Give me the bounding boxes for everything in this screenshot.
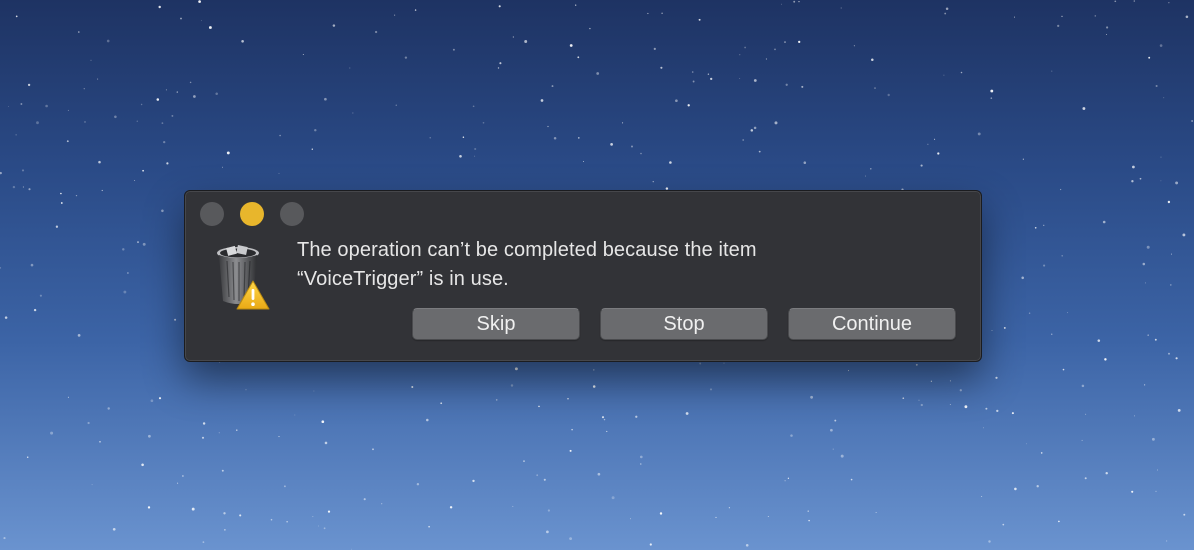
- alert-message: The operation can’t be completed because…: [297, 236, 897, 294]
- continue-button[interactable]: Continue: [788, 308, 956, 340]
- window-zoom-button[interactable]: [280, 202, 304, 226]
- alert-message-line-1: The operation can’t be completed because…: [297, 239, 757, 261]
- window-close-button[interactable]: [200, 202, 224, 226]
- alert-message-line-2: “VoiceTrigger” is in use.: [297, 268, 509, 290]
- alert-dialog: The operation can’t be completed because…: [184, 190, 982, 362]
- stop-button[interactable]: Stop: [600, 308, 768, 340]
- window-minimize-button[interactable]: [240, 202, 264, 226]
- trash-warning-icon: [213, 243, 275, 313]
- skip-button[interactable]: Skip: [412, 308, 580, 340]
